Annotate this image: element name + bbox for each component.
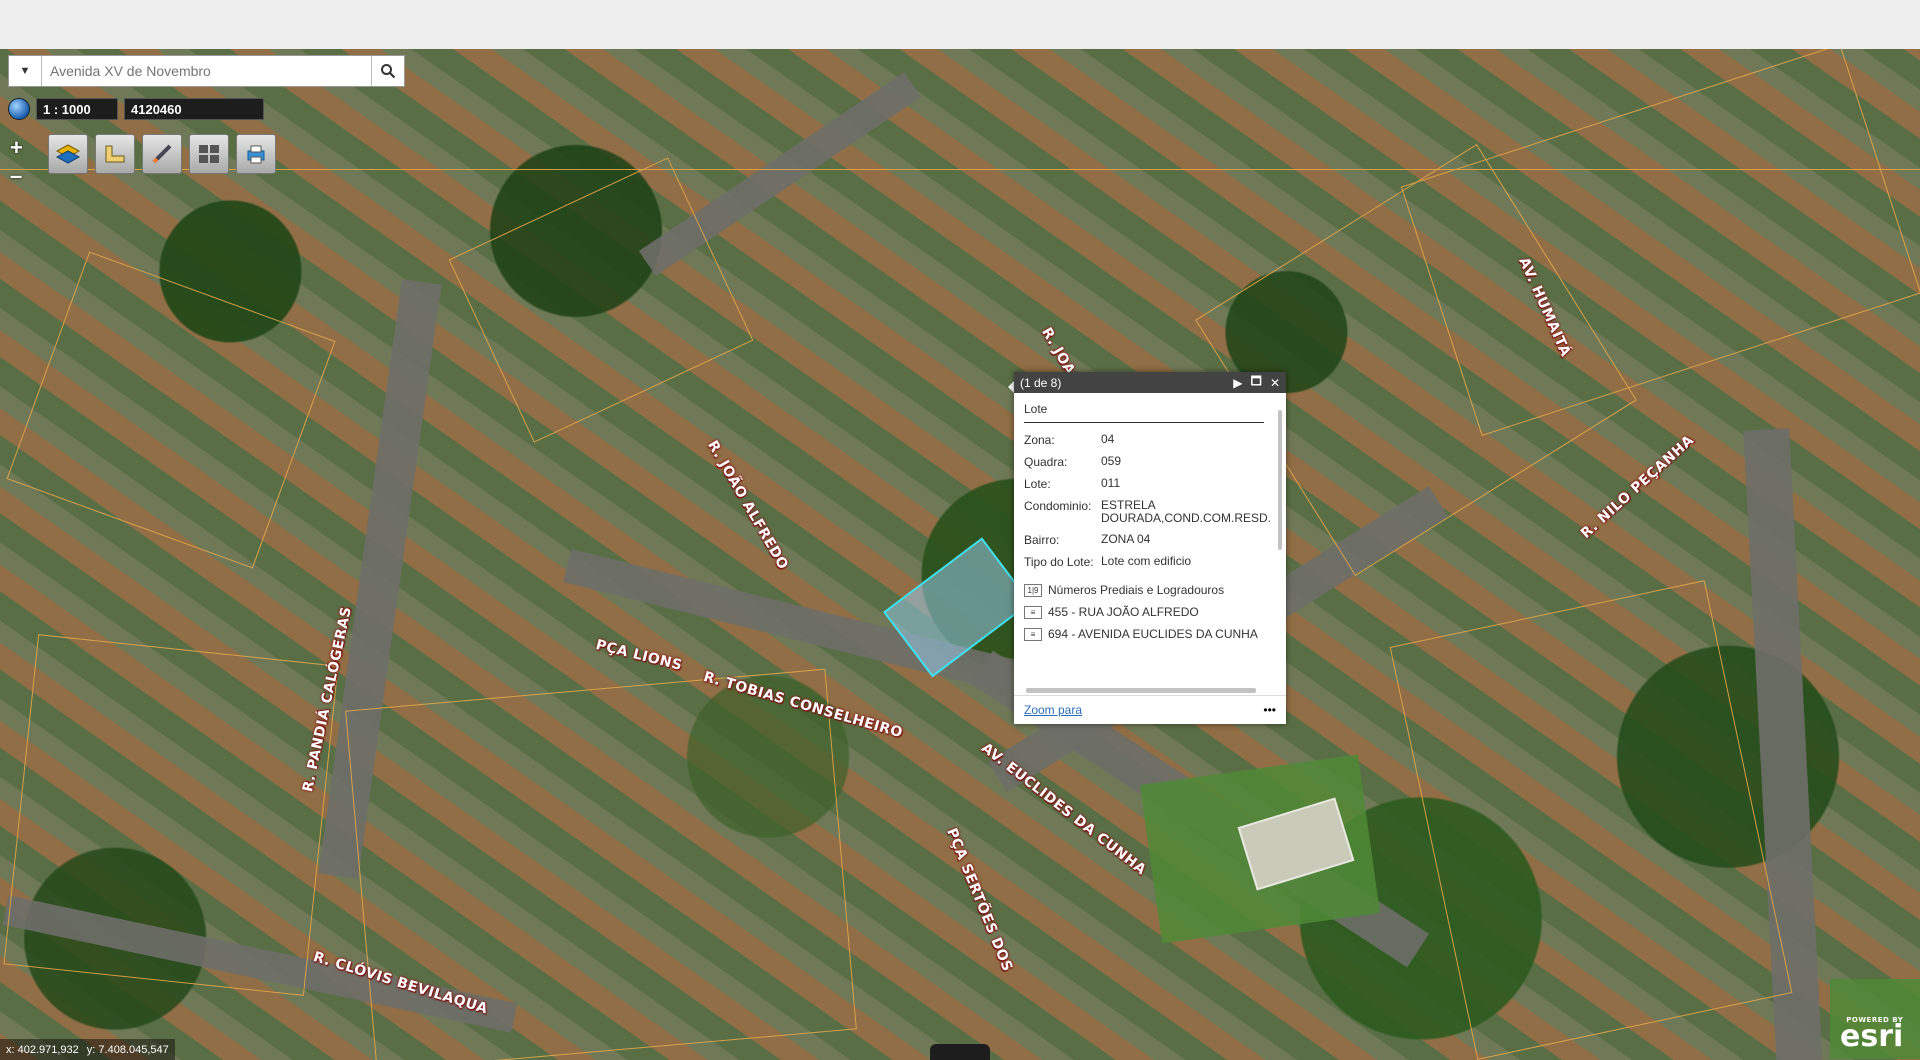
attribute-key: Zona: bbox=[1024, 433, 1055, 447]
attribute-row: Condominio: ESTRELA DOURADA,COND.COM.RESD… bbox=[1024, 499, 1271, 525]
parcel-boundary bbox=[345, 668, 857, 1060]
scale-bar: 1 : 1000 4120460 bbox=[8, 98, 264, 120]
more-options-icon[interactable]: ••• bbox=[1263, 703, 1276, 717]
feature-popup: (1 de 8) ▶ 🗖 ✕ Lote Zona: 04 Quadra: 059 L… bbox=[1014, 372, 1286, 724]
popup-content: Lote Zona: 04 Quadra: 059 Lote: 011 Condomi… bbox=[1014, 393, 1274, 696]
top-bar bbox=[0, 0, 1920, 49]
attribute-row: Lote: 011 bbox=[1024, 476, 1264, 492]
attribute-key: Lote: bbox=[1024, 477, 1051, 491]
related-record[interactable]: ≡ 455 - RUA JOÃO ALFREDO bbox=[1024, 605, 1264, 619]
attribute-key: Bairro: bbox=[1024, 533, 1060, 547]
parcel-boundary bbox=[6, 251, 336, 569]
map-toolbar bbox=[48, 134, 276, 174]
zoom-to-link[interactable]: Zoom para bbox=[1024, 703, 1263, 717]
basemap-gallery-button[interactable] bbox=[189, 134, 229, 174]
attribute-value: ZONA 04 bbox=[1101, 532, 1151, 546]
layers-button[interactable] bbox=[48, 134, 88, 174]
popup-count: (1 de 8) bbox=[1020, 375, 1062, 390]
close-icon[interactable]: ✕ bbox=[1270, 376, 1280, 390]
parcel-boundary bbox=[1389, 580, 1793, 1060]
search-icon[interactable] bbox=[371, 56, 404, 86]
map-view[interactable] bbox=[0, 49, 1920, 1060]
coordinate-readout: x: 402.971,932 y: 7.408.045,547 bbox=[0, 1039, 175, 1060]
layers-icon bbox=[55, 144, 81, 164]
popup-footer: Zoom para ••• bbox=[1014, 695, 1286, 724]
x-coordinate: x: 402.971,932 bbox=[6, 1043, 79, 1056]
related-records-header: 1|9 Números Prediais e Logradouros bbox=[1024, 583, 1264, 597]
attribute-row: Quadra: 059 bbox=[1024, 454, 1264, 470]
attribute-value: 059 bbox=[1101, 454, 1122, 468]
related-records-title: Números Prediais e Logradouros bbox=[1048, 583, 1225, 597]
draw-button[interactable] bbox=[142, 134, 182, 174]
parcel-boundary bbox=[1400, 49, 1920, 436]
maximize-icon[interactable]: 🗖 bbox=[1251, 372, 1262, 393]
zoom-controls: + – bbox=[10, 134, 23, 190]
chevron-down-icon[interactable]: ▼ bbox=[9, 56, 42, 86]
attribute-row: Tipo do Lote: Lote com edificio bbox=[1024, 554, 1264, 570]
attribute-row: Zona: 04 bbox=[1024, 432, 1264, 448]
measure-icon bbox=[105, 145, 125, 163]
attribute-value: Lote com edificio bbox=[1101, 554, 1192, 568]
zoom-in-button[interactable]: + bbox=[10, 134, 23, 162]
attribute-row: Bairro: ZONA 04 bbox=[1024, 532, 1264, 548]
attribute-key: Condominio: bbox=[1024, 499, 1092, 513]
search-input[interactable] bbox=[42, 56, 371, 86]
attribute-table-toggle[interactable] bbox=[930, 1044, 990, 1060]
horizontal-scrollbar[interactable] bbox=[1026, 686, 1270, 694]
attribute-key: Tipo do Lote: bbox=[1024, 555, 1094, 569]
related-record-label: 455 - RUA JOÃO ALFREDO bbox=[1048, 605, 1199, 619]
related-table-icon: 1|9 bbox=[1024, 583, 1042, 597]
popup-title: Lote bbox=[1024, 399, 1264, 423]
attribute-value: ESTRELA DOURADA,COND.COM.RESD. bbox=[1101, 498, 1272, 525]
parcel-boundary bbox=[448, 157, 754, 443]
attribute-value: 04 bbox=[1101, 432, 1115, 446]
record-icon: ≡ bbox=[1024, 627, 1042, 641]
measure-button[interactable] bbox=[95, 134, 135, 174]
attribute-key: Quadra: bbox=[1024, 455, 1068, 469]
esri-brand: esri bbox=[1840, 1019, 1904, 1054]
attribute-value: 011 bbox=[1101, 476, 1121, 490]
vertical-scrollbar[interactable] bbox=[1278, 402, 1284, 682]
popup-header: (1 de 8) ▶ 🗖 ✕ bbox=[1014, 372, 1286, 393]
zoom-out-button[interactable]: – bbox=[10, 162, 23, 190]
draw-icon bbox=[152, 144, 172, 164]
esri-logo: POWERED BY esri bbox=[1840, 1016, 1904, 1054]
globe-icon[interactable] bbox=[8, 98, 30, 120]
next-feature-icon[interactable]: ▶ bbox=[1233, 376, 1242, 390]
scale-value-input[interactable]: 4120460 bbox=[124, 98, 264, 120]
scale-display[interactable]: 1 : 1000 bbox=[36, 98, 118, 120]
basemap-gallery-icon bbox=[199, 145, 219, 163]
print-icon bbox=[247, 145, 265, 164]
print-button[interactable] bbox=[236, 134, 276, 174]
related-record-label: 694 - AVENIDA EUCLIDES DA CUNHA bbox=[1048, 627, 1258, 641]
y-coordinate: y: 7.408.045,547 bbox=[86, 1043, 169, 1056]
parcel-boundary bbox=[3, 634, 339, 996]
record-icon: ≡ bbox=[1024, 605, 1042, 619]
related-record[interactable]: ≡ 694 - AVENIDA EUCLIDES DA CUNHA bbox=[1024, 627, 1264, 641]
search-bar: ▼ bbox=[8, 55, 405, 87]
